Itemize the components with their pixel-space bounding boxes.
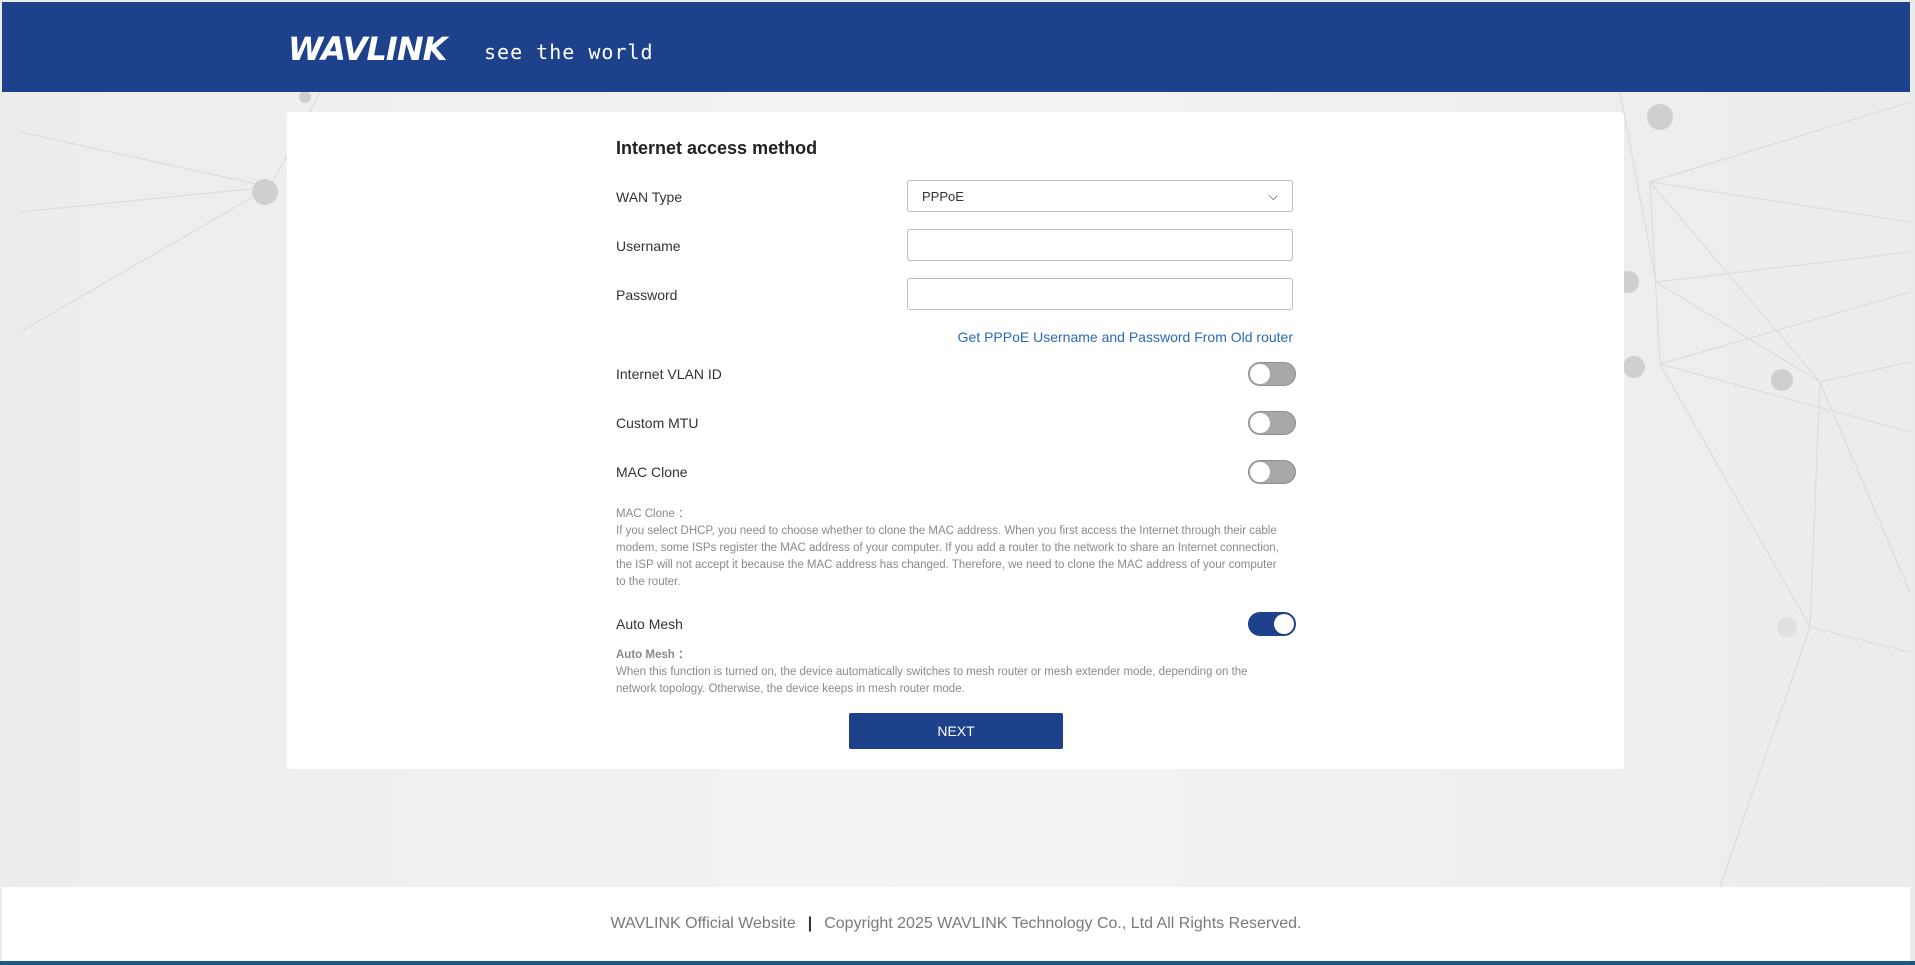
auto-mesh-note: Auto Mesh ： When this function is turned…	[616, 647, 1286, 698]
mac-clone-label: MAC Clone	[616, 464, 688, 480]
header-bar: WAVLINK see the world	[2, 2, 1910, 92]
password-input[interactable]	[907, 278, 1293, 310]
auto-mesh-note-text: When this function is turned on, the dev…	[616, 666, 1248, 695]
wan-type-select[interactable]: PPPoE ⌵	[907, 180, 1293, 212]
toggle-knob	[1250, 413, 1270, 433]
vlan-toggle[interactable]	[1248, 362, 1296, 386]
mac-clone-toggle[interactable]	[1248, 460, 1296, 484]
username-label: Username	[616, 238, 681, 254]
username-input[interactable]	[907, 229, 1293, 261]
mac-clone-note-heading: MAC Clone ：	[616, 508, 690, 520]
chevron-down-icon: ⌵	[1268, 188, 1278, 203]
logo-tagline: see the world	[484, 40, 654, 64]
wavlink-logo[interactable]: WAVLINK	[288, 30, 447, 68]
wan-type-label: WAN Type	[616, 189, 683, 205]
mac-clone-note-text: If you select DHCP, you need to choose w…	[616, 525, 1279, 588]
auto-mesh-toggle[interactable]	[1248, 612, 1296, 636]
next-button[interactable]: NEXT	[849, 713, 1063, 749]
footer-separator: |	[807, 915, 813, 932]
taskbar-strip	[0, 961, 1915, 965]
copyright-text: Copyright 2025 WAVLINK Technology Co., L…	[824, 915, 1302, 932]
password-label: Password	[616, 287, 678, 303]
wan-type-value: PPPoE	[922, 188, 964, 204]
mtu-label: Custom MTU	[616, 415, 699, 431]
mac-clone-note: MAC Clone ： If you select DHCP, you need…	[616, 506, 1286, 591]
toggle-knob	[1250, 462, 1270, 482]
page: WAVLINK see the world Internet access me…	[0, 0, 1915, 965]
official-website-link[interactable]: WAVLINK Official Website	[610, 915, 795, 933]
get-pppoe-credentials-link[interactable]: Get PPPoE Username and Password From Old…	[958, 329, 1293, 345]
auto-mesh-label: Auto Mesh	[616, 616, 683, 632]
page-title: Internet access method	[616, 138, 818, 158]
vlan-label: Internet VLAN ID	[616, 366, 722, 382]
footer: WAVLINK Official Website | Copyright 202…	[2, 887, 1910, 961]
mtu-toggle[interactable]	[1248, 411, 1296, 435]
toggle-knob	[1250, 364, 1270, 384]
auto-mesh-note-heading: Auto Mesh ：	[616, 649, 690, 661]
toggle-knob	[1274, 614, 1294, 634]
setup-card: Internet access method WAN Type PPPoE ⌵ …	[287, 112, 1624, 769]
